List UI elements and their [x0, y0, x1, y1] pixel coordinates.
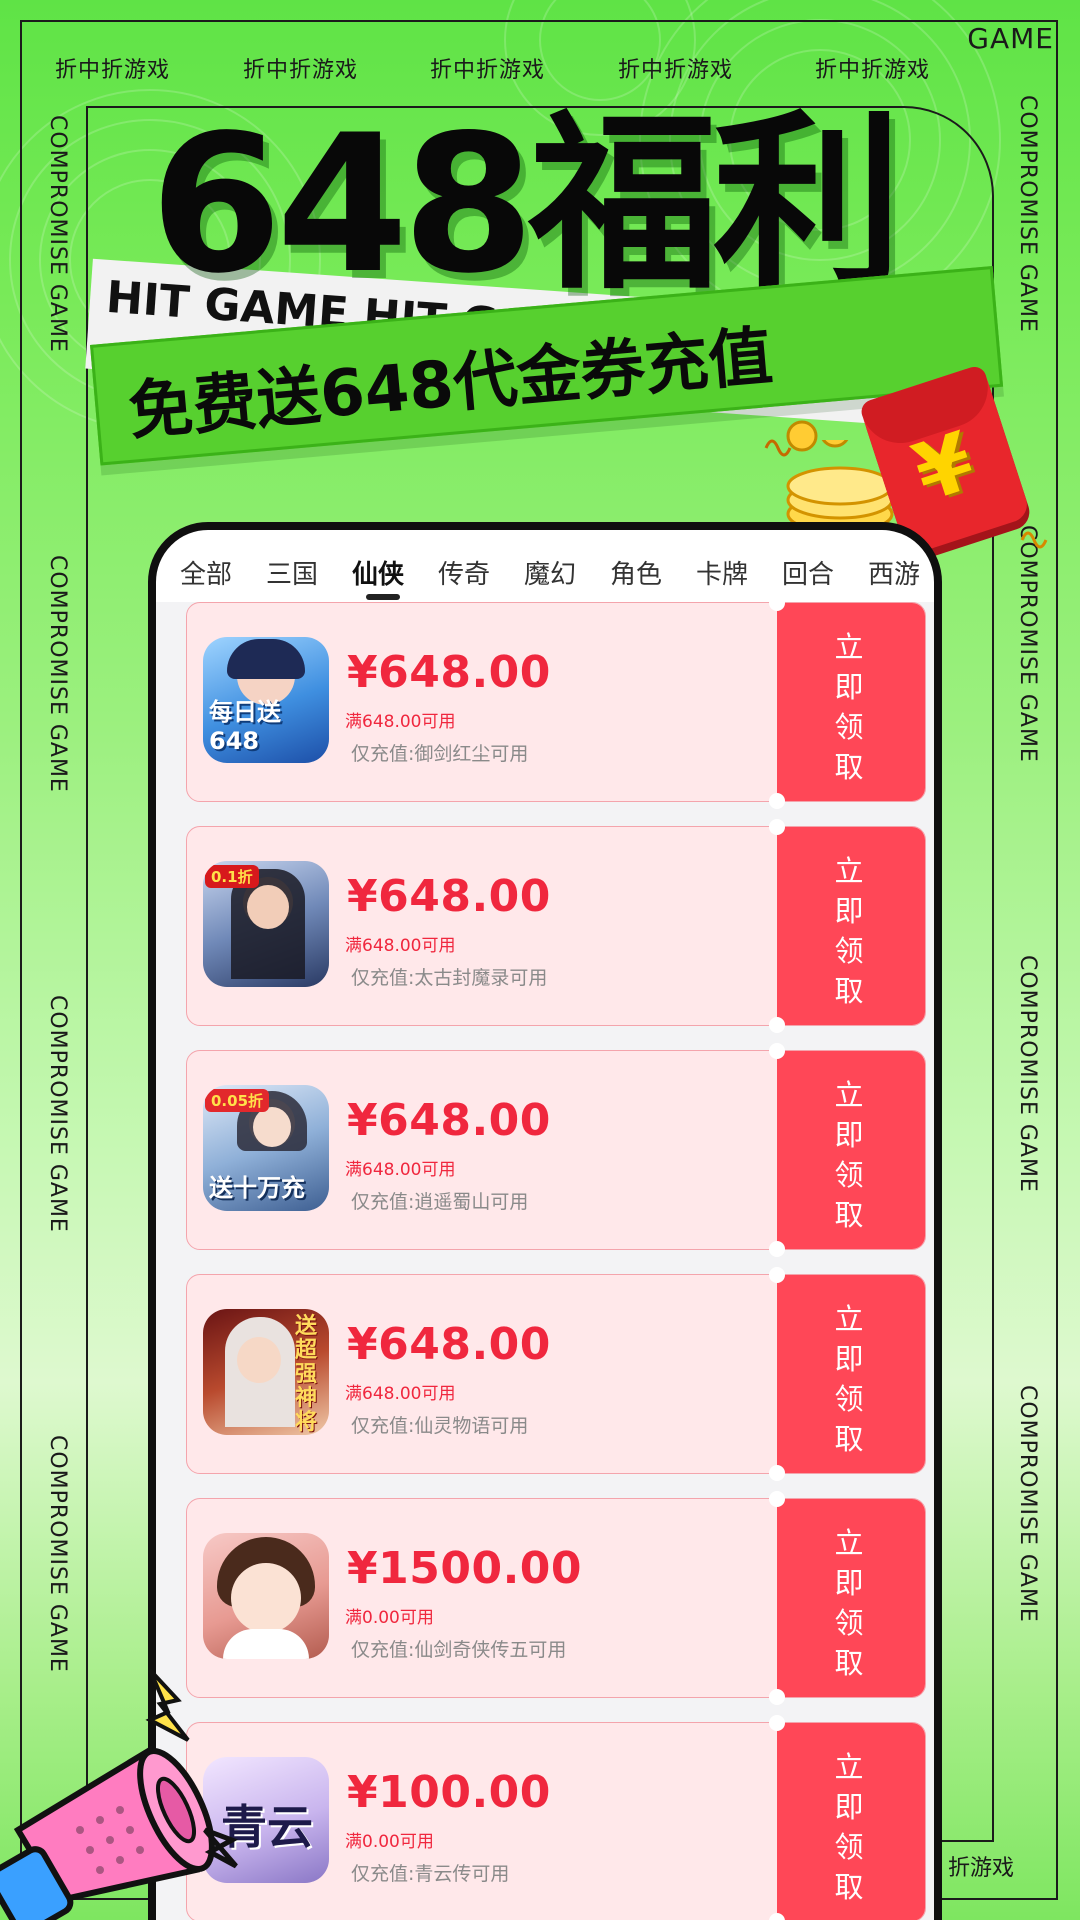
game-icon-xianling: 送超强神将 [203, 1309, 329, 1435]
watermark-side-text: COMPROMISE GAME [1015, 1385, 1040, 1623]
coupon-condition: 满648.00可用 [345, 712, 456, 732]
coupon-game-limit: 仅充值:太古封魔录可用 [351, 967, 548, 989]
coupon-amount: ¥100.00 [347, 1767, 551, 1818]
game-icon-xiaoyao: 0.05折 送十万充 [203, 1085, 329, 1211]
coupon-amount: ¥648.00 [347, 1319, 551, 1370]
coupon-card: 每日送648 ¥648.00 满648.00可用 仅充值:御剑红尘可用 立即领取 [186, 595, 926, 809]
coupon-condition: 满0.00可用 [345, 1608, 434, 1628]
megaphone-icon [0, 1668, 239, 1920]
watermark-side-text: COMPROMISE GAME [45, 995, 70, 1233]
watermark-top-word: 折中折游戏 [243, 58, 359, 83]
coupon-game-limit: 仅充值:仙灵物语可用 [351, 1415, 529, 1437]
poster-background: 折中折游戏 折中折游戏 折中折游戏 折中折游戏 折中折游戏 GAME COMPR… [0, 0, 1080, 1920]
page-title: 648福利 [150, 94, 903, 315]
active-tab-indicator [366, 594, 400, 600]
coupon-amount: ¥1500.00 [347, 1543, 583, 1594]
claim-button[interactable]: 立即领取 [777, 827, 925, 1025]
tab-sanguo[interactable]: 三国 [266, 554, 318, 591]
watermark-bottom-word: 折游戏 [948, 1856, 1015, 1881]
watermark-side-text: COMPROMISE GAME [1015, 955, 1040, 1193]
watermark-top-word: 折中折游戏 [618, 58, 734, 83]
tab-huihe[interactable]: 回合 [782, 554, 834, 591]
coupon-game-limit: 仅充值:逍遥蜀山可用 [351, 1191, 529, 1213]
watermark-side-text: COMPROMISE GAME [45, 115, 70, 353]
claim-button-label: 立即领取 [834, 1526, 864, 1680]
game-icon-yujian: 每日送648 [203, 637, 329, 763]
tab-all[interactable]: 全部 [180, 554, 232, 591]
claim-button[interactable]: 立即领取 [777, 603, 925, 801]
tab-xiyou[interactable]: 西游 [868, 554, 920, 591]
tab-kapai[interactable]: 卡牌 [696, 554, 748, 591]
tab-chuanqi[interactable]: 传奇 [438, 554, 490, 591]
claim-button-label: 立即领取 [834, 854, 864, 1008]
game-icon-xianjian [203, 1533, 329, 1659]
claim-button-label: 立即领取 [834, 630, 864, 784]
game-icon-taigu: 0.1折 [203, 861, 329, 987]
watermark-side-text: COMPROMISE GAME [1015, 95, 1040, 333]
claim-button[interactable]: 立即领取 [777, 1275, 925, 1473]
watermark-corner: GAME [967, 22, 1054, 55]
claim-button-label: 立即领取 [834, 1750, 864, 1904]
coupon-game-limit: 仅充值:青云传可用 [351, 1863, 510, 1885]
claim-button[interactable]: 立即领取 [777, 1499, 925, 1697]
watermark-top-word: 折中折游戏 [430, 58, 546, 83]
tab-mohuan[interactable]: 魔幻 [524, 554, 576, 591]
coupon-card: 送超强神将 ¥648.00 满648.00可用 仅充值:仙灵物语可用 立即领取 [186, 1267, 926, 1481]
coupon-amount: ¥648.00 [347, 647, 551, 698]
watermark-top-word: 折中折游戏 [55, 58, 171, 83]
category-tabs: 全部 三国 仙侠 传奇 魔幻 角色 卡牌 回合 西游 [156, 530, 934, 602]
claim-button[interactable]: 立即领取 [777, 1051, 925, 1249]
phone-mockup: 全部 三国 仙侠 传奇 魔幻 角色 卡牌 回合 西游 每日送648 ¥648.0… [148, 522, 942, 1920]
coupon-condition: 满0.00可用 [345, 1832, 434, 1852]
coupon-card: ¥1500.00 满0.00可用 仅充值:仙剑奇侠传五可用 立即领取 [186, 1491, 926, 1705]
coupon-game-limit: 仅充值:御剑红尘可用 [351, 743, 529, 765]
coupon-condition: 满648.00可用 [345, 1384, 456, 1404]
coupon-card: 青云 ¥100.00 满0.00可用 仅充值:青云传可用 立即领取 [186, 1715, 926, 1920]
coupon-list: 每日送648 ¥648.00 满648.00可用 仅充值:御剑红尘可用 立即领取… [156, 595, 934, 1920]
claim-button[interactable]: 立即领取 [777, 1723, 925, 1920]
coupon-condition: 满648.00可用 [345, 936, 456, 956]
watermark-top-word: 折中折游戏 [815, 58, 931, 83]
coupon-game-limit: 仅充值:仙剑奇侠传五可用 [351, 1639, 567, 1661]
coupon-amount: ¥648.00 [347, 1095, 551, 1146]
claim-button-label: 立即领取 [834, 1078, 864, 1232]
watermark-side-text: COMPROMISE GAME [45, 1435, 70, 1673]
watermark-side-text: COMPROMISE GAME [45, 555, 70, 793]
tab-juese[interactable]: 角色 [610, 554, 662, 591]
sparkle-icon [1020, 531, 1048, 549]
coupon-amount: ¥648.00 [347, 871, 551, 922]
coupon-card: 0.1折 ¥648.00 满648.00可用 仅充值:太古封魔录可用 立即领取 [186, 819, 926, 1033]
coupon-card: 0.05折 送十万充 ¥648.00 满648.00可用 仅充值:逍遥蜀山可用 … [186, 1043, 926, 1257]
watermark-side-text: COMPROMISE GAME [1015, 525, 1040, 763]
small-coin-icon [764, 420, 818, 457]
claim-button-label: 立即领取 [834, 1302, 864, 1456]
tab-xianxia[interactable]: 仙侠 [352, 554, 404, 591]
coupon-condition: 满648.00可用 [345, 1160, 456, 1180]
